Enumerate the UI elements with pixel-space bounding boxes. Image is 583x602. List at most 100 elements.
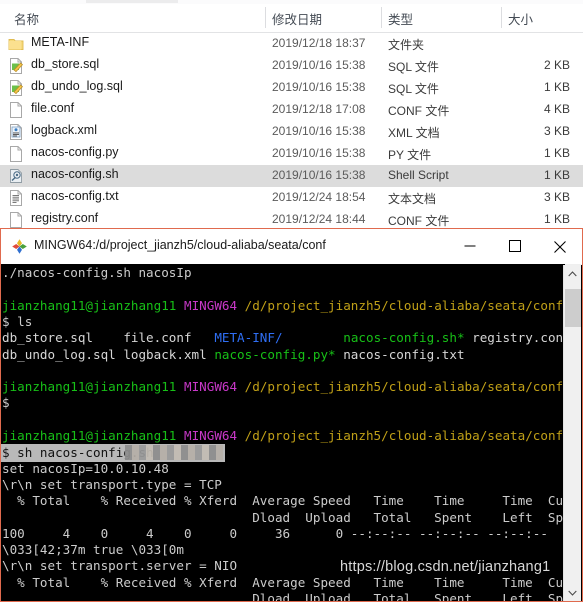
ls-exec-nacos-config-py: nacos-config.py* — [214, 346, 336, 362]
file-size-cell: 2 KB — [543, 58, 570, 72]
maximize-icon — [508, 240, 521, 252]
terminal-prompt-line-2: jianzhang11@jianzhang11 MINGW64 /d/proje… — [2, 379, 563, 395]
xml-file-icon — [8, 124, 24, 140]
sql-file-icon — [8, 58, 24, 74]
terminal-line-true-1: \033[42;37m true \033[0m — [2, 542, 184, 558]
file-date-cell: 2019/12/18 18:37 — [272, 36, 366, 50]
file-type-cell: 文本文档 — [388, 192, 437, 206]
file-date-cell: 2019/10/16 15:38 — [272, 58, 366, 72]
prompt-space-5 — [176, 428, 184, 443]
terminal-line-transport-type: \r\n set transport.type = TCP — [2, 476, 222, 492]
file-name-cell: logback.xml — [31, 123, 97, 137]
ls-col-a1: db_store.sql file.conf — [2, 330, 215, 346]
table-row[interactable]: META-INF 2019/12/18 18:37 文件夹 — [0, 33, 583, 55]
prompt-space-4 — [237, 379, 245, 394]
terminal-prompt-line-3: jianzhang11@jianzhang11 MINGW64 /d/proje… — [2, 428, 563, 444]
table-row[interactable]: file.conf 2019/12/18 17:08 CONF 文件 4 KB — [0, 99, 583, 121]
file-size-cell: 1 KB — [543, 212, 570, 226]
file-type-cell: 文件夹 — [388, 38, 425, 52]
ls-file-registry-conf: registry.conf — [464, 330, 565, 346]
prompt-user-2: jianzhang11@jianzhang11 — [2, 379, 177, 395]
file-size-cell: 1 KB — [543, 146, 570, 160]
file-date-cell: 2019/12/24 18:54 — [272, 190, 366, 204]
column-header-name[interactable]: 名称 — [14, 9, 39, 28]
ls-exec-nacos-config-sh: nacos-config.sh* — [343, 330, 465, 346]
column-header-size[interactable]: 大小 — [508, 9, 533, 28]
terminal-line-transport-server: \r\n set transport.server = NIO — [2, 558, 238, 574]
file-name-cell: db_undo_log.sql — [31, 79, 123, 93]
blank-file-icon — [8, 212, 24, 228]
prompt-user-3: jianzhang11@jianzhang11 — [2, 428, 177, 443]
file-type-cell: XML 文档 — [388, 126, 440, 140]
table-row[interactable]: nacos-config.txt 2019/12/24 18:54 文本文档 3 KB — [0, 187, 583, 209]
ls-gap-1 — [283, 330, 344, 345]
scroll-down-icon[interactable] — [564, 584, 581, 601]
table-row[interactable]: logback.xml 2019/10/16 15:38 XML 文档 3 KB — [0, 121, 583, 143]
blank-file-icon — [8, 146, 24, 162]
terminal-title-bar[interactable]: MINGW64:/d/project_jianzh5/cloud-aliaba/… — [1, 229, 582, 265]
explorer-top-nub — [86, 0, 178, 3]
close-button[interactable] — [537, 229, 582, 263]
file-type-cell: PY 文件 — [388, 148, 432, 162]
maximize-button[interactable] — [492, 229, 537, 263]
prompt-path-2: /d/project_jianzh5/cloud-aliaba/seata/co… — [244, 379, 564, 395]
table-row[interactable]: nacos-config.py 2019/10/16 15:38 PY 文件 1 KB — [0, 143, 583, 165]
terminal-line-ls-output-2: db_undo_log.sql logback.xml nacos-config… — [2, 347, 465, 363]
terminal-output-area[interactable]: ./nacos-config.sh nacosIp jianzhang11@ji… — [1, 264, 565, 601]
prompt-shell: MINGW64 — [183, 297, 238, 313]
ls-file-nacos-config-txt: nacos-config.txt — [335, 346, 465, 362]
column-divider-1[interactable] — [265, 7, 266, 28]
prompt-space-6 — [237, 428, 245, 443]
scrollbar-thumb[interactable] — [565, 289, 581, 327]
watermark-text: https://blog.csdn.net/jianzhang1 — [340, 559, 551, 575]
file-explorer-pane: 名称 修改日期 类型 大小 META-INF 2019/12/18 18:37 文件… — [0, 0, 583, 228]
mintty-terminal-window: MINGW64:/d/project_jianzh5/cloud-aliaba/… — [0, 228, 583, 602]
redacted-region — [125, 445, 223, 461]
column-header-type[interactable]: 类型 — [388, 9, 413, 28]
blank-file-icon — [8, 102, 24, 118]
file-date-cell: 2019/12/24 18:44 — [272, 212, 366, 226]
file-size-cell: 3 KB — [543, 190, 570, 204]
folder-icon — [8, 36, 24, 52]
file-date-cell: 2019/12/18 17:08 — [272, 102, 366, 116]
scroll-up-icon[interactable] — [564, 265, 581, 282]
prompt-space-3 — [176, 379, 184, 394]
minimize-button[interactable] — [447, 229, 492, 263]
column-header-date[interactable]: 修改日期 — [272, 9, 322, 28]
sql-file-icon — [8, 80, 24, 96]
column-divider-2[interactable] — [381, 7, 382, 28]
file-date-cell: 2019/10/16 15:38 — [272, 168, 366, 182]
terminal-line-curl-header-2b: Dload Upload Total Spent Left Speed — [2, 591, 565, 601]
prompt-shell-3: MINGW64 — [183, 428, 238, 443]
file-type-cell: CONF 文件 — [388, 214, 450, 228]
terminal-command-line-redacted: $ sh nacos-config.sh — [1, 444, 565, 463]
table-row[interactable]: db_undo_log.sql 2019/10/16 15:38 SQL 文件 1 K… — [0, 77, 583, 99]
file-name-cell: nacos-config.sh — [31, 167, 119, 181]
terminal-line-curl-stats-1: 100 4 0 4 0 0 36 0 --:--:-- --:--:-- --:… — [2, 525, 565, 541]
file-list: META-INF 2019/12/18 18:37 文件夹 db_store.sql 2… — [0, 33, 583, 231]
file-size-cell: 1 KB — [543, 168, 570, 182]
file-type-cell: Shell Script — [388, 168, 449, 182]
file-name-cell: db_store.sql — [31, 57, 100, 71]
terminal-title-text: MINGW64:/d/project_jianzh5/cloud-aliaba/… — [34, 238, 326, 252]
table-row[interactable]: db_store.sql 2019/10/16 15:38 SQL 文件 2 KB — [0, 55, 583, 77]
column-divider-3[interactable] — [501, 7, 502, 28]
file-name-cell: nacos-config.py — [31, 145, 119, 159]
file-date-cell: 2019/10/16 15:38 — [272, 80, 366, 94]
prompt-path-3: /d/project_jianzh5/cloud-aliaba/seata/co… — [244, 428, 564, 443]
terminal-scrollbar[interactable] — [563, 265, 581, 601]
file-name-cell: META-INF — [31, 35, 90, 49]
ls-col-a2: db_undo_log.sql logback.xml — [2, 346, 215, 362]
prompt-space-1 — [176, 298, 184, 313]
prompt-path: /d/project_jianzh5/cloud-aliaba/seata/co… — [244, 297, 564, 313]
ls-dir-meta-inf: META-INF/ — [214, 330, 283, 346]
file-type-cell: CONF 文件 — [388, 104, 450, 118]
file-size-cell: 1 KB — [543, 80, 570, 94]
file-name-cell: file.conf — [31, 101, 75, 115]
mintty-icon — [11, 238, 28, 255]
screen: 名称 修改日期 类型 大小 META-INF 2019/12/18 18:37 文件… — [0, 0, 583, 602]
file-date-cell: 2019/10/16 15:38 — [272, 124, 366, 138]
prompt-user: jianzhang11@jianzhang11 — [2, 297, 177, 313]
table-row[interactable]: nacos-config.sh 2019/10/16 15:38 Shell Scr… — [0, 165, 583, 187]
prompt-space-2 — [237, 298, 245, 313]
